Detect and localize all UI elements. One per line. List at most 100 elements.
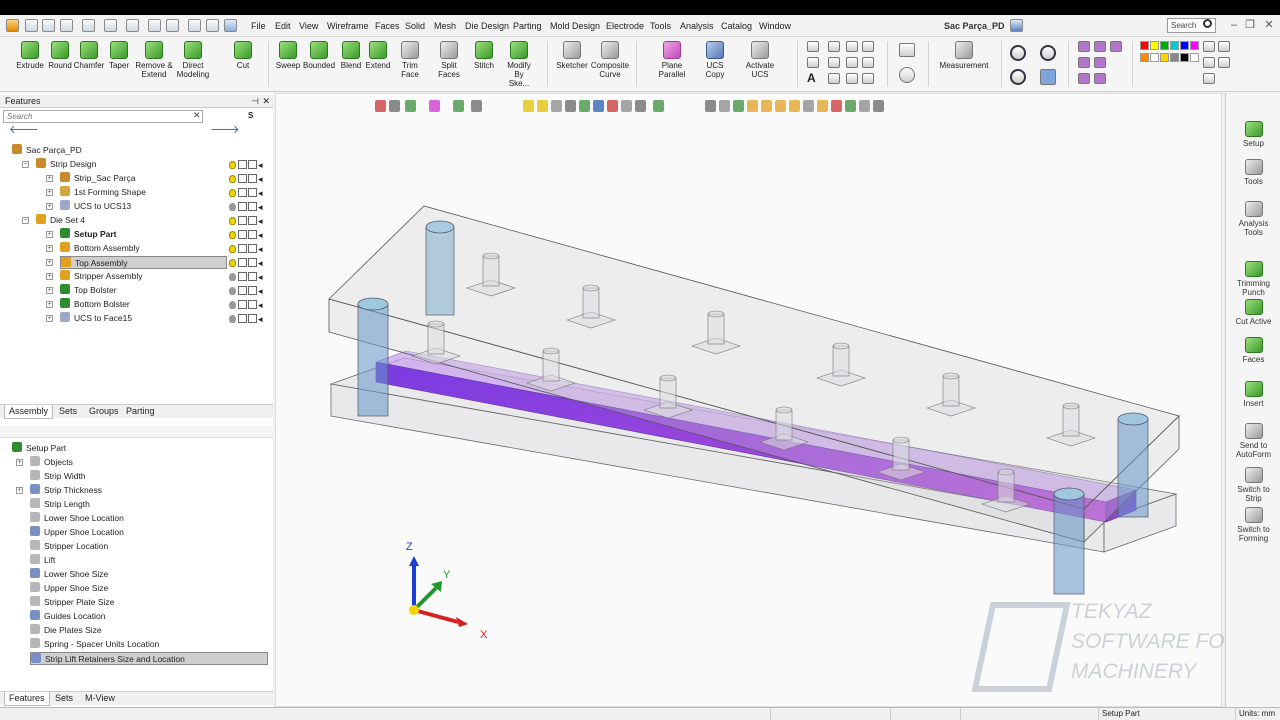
setup-item[interactable]: Strip Lift Retainers Size and Location [30,652,268,665]
setup-item[interactable]: Spring - Spacer Units Location [30,638,159,651]
arrow-icon[interactable]: ◂ [258,314,266,324]
ribbon-blend-button[interactable]: Blend [340,39,362,70]
tree-item[interactable]: Top Assembly [60,256,227,269]
menu-window[interactable]: Window [759,15,791,37]
expand-toggle[interactable]: + [46,245,53,252]
zoom-icon[interactable] [1010,45,1026,61]
ribbon-stitch-button[interactable]: Stitch [473,39,495,70]
cube-top-icon[interactable] [1110,41,1122,52]
tab-m-view[interactable]: M-View [81,692,119,706]
palette-swatch[interactable] [1140,53,1149,62]
tab-assembly[interactable]: Assembly [4,405,54,419]
line-icon[interactable] [846,41,858,52]
redo-icon[interactable] [188,19,201,32]
ribbon-round-button[interactable]: Round [46,39,74,70]
clear-search-icon[interactable]: ✕ [193,110,201,121]
color-palette[interactable] [1140,41,1199,81]
setup-item[interactable]: Guides Location [30,610,105,623]
ribbon-cut-button[interactable]: Cut [233,39,253,70]
setup-item[interactable]: Objects [30,456,73,469]
lock-icon[interactable] [248,188,257,198]
tab-parting[interactable]: Parting [122,405,159,419]
settings-icon[interactable] [206,19,219,32]
ribbon-activate-ucs-button[interactable]: Activate UCS [737,39,783,79]
panel-close-icon[interactable]: ✕ [262,95,270,108]
lock-icon[interactable] [248,300,257,310]
setup-item[interactable]: Upper Shoe Location [30,526,124,539]
angle-icon[interactable] [807,57,819,68]
show-icon[interactable] [238,230,247,240]
ribbon-split-faces-button[interactable]: Split Faces [430,39,468,79]
palette-swatch[interactable] [1190,41,1199,50]
arrow-icon[interactable] [828,57,840,68]
ribbon-sweep-button[interactable]: Sweep [275,39,301,70]
menu-catalog[interactable]: Catalog [721,15,752,37]
lock-icon[interactable] [248,286,257,296]
layers-icon[interactable] [104,19,117,32]
lock-icon[interactable] [248,258,257,268]
arrow-icon[interactable]: ◂ [258,230,266,240]
tab-sets[interactable]: Sets [51,692,77,706]
menu-mold-design[interactable]: Mold Design [550,15,600,37]
light-bulb-icon[interactable] [229,314,236,323]
show-icon[interactable] [238,174,247,184]
ribbon-trim-face-button[interactable]: Trim Face [393,39,427,79]
show-icon[interactable] [238,160,247,170]
print-icon[interactable] [82,19,95,32]
palette-swatch[interactable] [1170,53,1179,62]
hatch-icon[interactable] [828,73,840,84]
setup-item[interactable]: Strip Length [30,498,90,511]
arrow-icon[interactable]: ◂ [258,188,266,198]
note-icon[interactable] [846,73,858,84]
palette-swatch[interactable] [1160,53,1169,62]
setup-item[interactable]: Upper Shoe Size [30,582,108,595]
palette-swatch[interactable] [1180,53,1189,62]
right-toolbar-tools-button[interactable]: Tools [1226,159,1280,186]
brush-icon[interactable] [1203,73,1215,84]
pin-icon[interactable]: ⊣ [251,95,259,108]
line-width-icon[interactable] [1218,41,1230,52]
ribbon-direct-modeling-button[interactable]: Direct Modeling [176,39,210,79]
ribbon-ucs-copy-button[interactable]: UCS Copy [704,39,726,79]
menu-edit[interactable]: Edit [275,15,291,37]
light-bulb-icon[interactable] [229,230,236,239]
visibility-controls[interactable]: ◂ [229,173,267,185]
tree-item[interactable]: Sac Parça_PD [12,144,82,157]
arrow-icon[interactable]: ◂ [258,286,266,296]
tree-item[interactable]: Setup Part [60,228,117,241]
cube-back-icon[interactable] [1094,57,1106,68]
palette-swatch[interactable] [1190,53,1199,62]
lock-icon[interactable] [248,174,257,184]
search-icon[interactable] [1203,19,1212,28]
ribbon-chamfer-button[interactable]: Chamfer [73,39,105,70]
minimize-button[interactable]: – [1226,16,1242,34]
dimension-icon[interactable] [807,41,819,52]
tree-item[interactable]: Top Bolster [60,284,117,297]
expand-toggle[interactable]: + [46,203,53,210]
restore-button[interactable]: ❐ [1242,16,1258,34]
arrow-icon[interactable]: ◂ [258,258,266,268]
menu-solid[interactable]: Solid [405,15,425,37]
ribbon-extrude-button[interactable]: Extrude [16,39,44,70]
arrow-icon[interactable]: ◂ [258,300,266,310]
filter-button[interactable]: S [248,111,253,120]
expand-toggle[interactable]: + [46,231,53,238]
expand-toggle[interactable]: + [46,287,53,294]
right-toolbar-switch-to-forming-button[interactable]: Switch to Forming [1226,507,1280,543]
menu-die-design[interactable]: Die Design [465,15,509,37]
light-bulb-icon[interactable] [229,244,236,253]
tab-features[interactable]: Features [4,692,50,706]
light-bulb-icon[interactable] [229,202,236,211]
lock-icon[interactable] [248,216,257,226]
arrow-icon[interactable]: ◂ [258,202,266,212]
swap-icon[interactable] [899,43,915,57]
cube-left-icon[interactable] [1094,73,1106,84]
light-bulb-icon[interactable] [229,188,236,197]
visibility-controls[interactable]: ◂ [229,299,267,311]
lock-icon[interactable] [248,202,257,212]
ribbon-taper-button[interactable]: Taper [108,39,130,70]
menu-parting[interactable]: Parting [513,15,542,37]
expand-toggle[interactable]: + [46,301,53,308]
setup-item[interactable]: Lower Shoe Size [30,568,108,581]
table-icon[interactable] [862,57,874,68]
